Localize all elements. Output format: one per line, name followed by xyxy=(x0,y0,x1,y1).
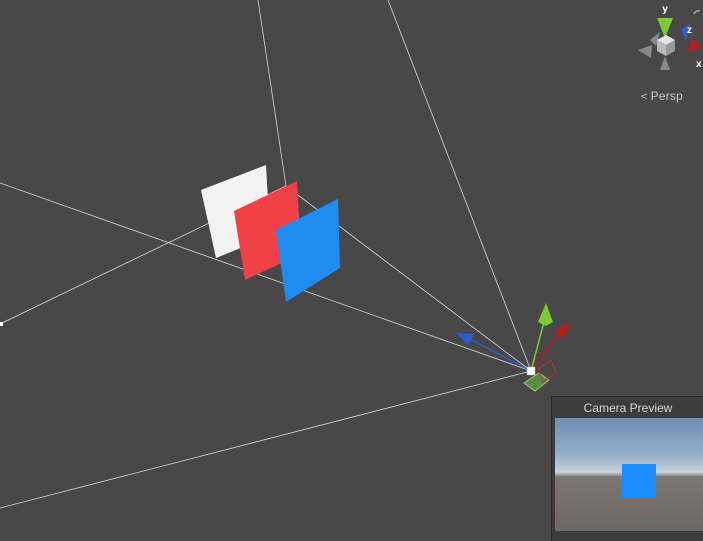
gizmo-y-label: y xyxy=(662,4,668,15)
y-axis-arrow-icon xyxy=(538,303,553,326)
x-axis-cone-icon xyxy=(687,38,702,52)
lock-icon xyxy=(693,10,701,15)
xz-plane-handle xyxy=(523,372,550,392)
gizmo-z-label: z xyxy=(687,25,692,36)
projection-label: Persp xyxy=(650,89,683,103)
move-tool-gizmo[interactable] xyxy=(456,303,571,392)
gizmo-x-label: x xyxy=(696,59,702,70)
orientation-gizmo[interactable]: y z x xyxy=(630,0,703,80)
projection-toggle[interactable]: < Persp xyxy=(641,89,683,103)
center-handle xyxy=(526,366,536,376)
camera-preview-render xyxy=(555,418,703,531)
camera-preview-panel: Camera Preview xyxy=(551,396,703,541)
frustum-handle[interactable] xyxy=(0,322,3,326)
neg-y-cone-icon xyxy=(660,56,670,70)
preview-blue-quad xyxy=(622,464,656,498)
neg-x-cone-icon xyxy=(638,45,652,58)
perspective-icon: < xyxy=(641,91,648,103)
camera-preview-title: Camera Preview xyxy=(583,401,673,415)
y-axis-cone-icon xyxy=(657,18,673,38)
